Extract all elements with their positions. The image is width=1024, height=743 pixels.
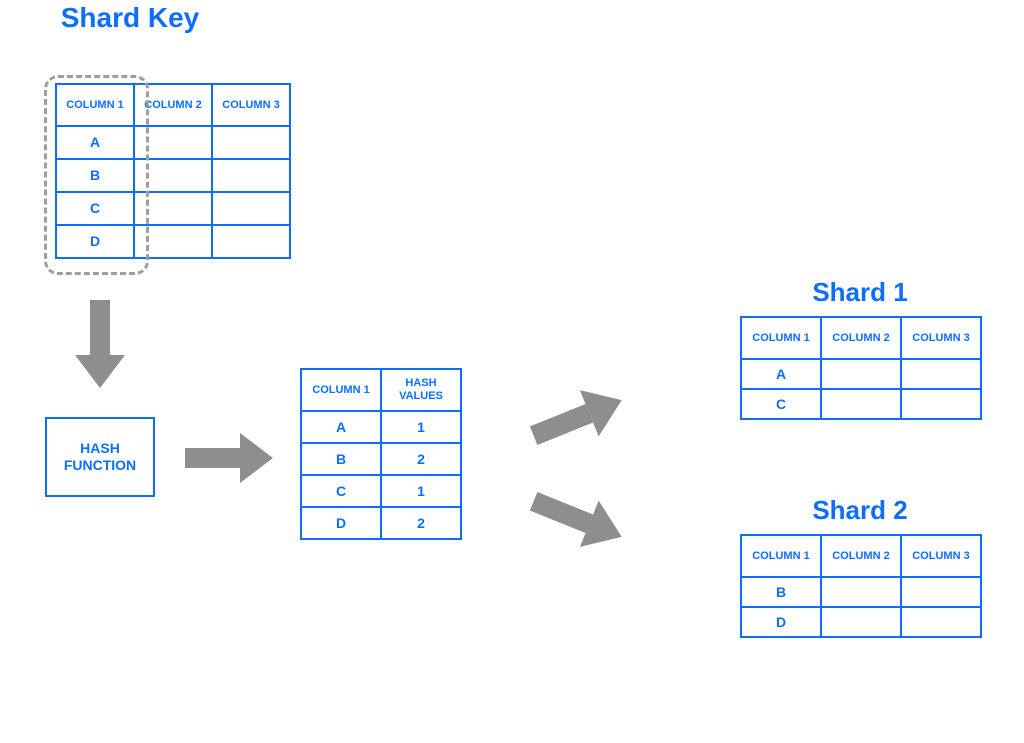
table-row: A [741, 359, 981, 389]
hash-col1-header: COLUMN 1 [301, 369, 381, 411]
shard-key-title-text: Shard Key [61, 2, 200, 33]
table-row: D [56, 225, 290, 258]
shard1-col2-header: COLUMN 2 [821, 317, 901, 359]
shard2-title-text: Shard 2 [812, 495, 907, 525]
cell [134, 159, 212, 192]
table-row: D 2 [301, 507, 461, 539]
shard1-table-container: COLUMN 1 COLUMN 2 COLUMN 3 A C [740, 316, 982, 420]
cell [212, 126, 290, 159]
hash-table-container: COLUMN 1 HASH VALUES A 1 B 2 C 1 D 2 [300, 368, 462, 540]
hash-function-box: HASH FUNCTION [45, 417, 155, 497]
table-row: B 2 [301, 443, 461, 475]
cell [901, 607, 981, 637]
cell [134, 192, 212, 225]
cell: D [56, 225, 134, 258]
cell: C [56, 192, 134, 225]
cell: D [741, 607, 821, 637]
hash-table: COLUMN 1 HASH VALUES A 1 B 2 C 1 D 2 [300, 368, 462, 540]
hash-col2-header: HASH VALUES [381, 369, 461, 411]
cell: C [741, 389, 821, 419]
shard1-table: COLUMN 1 COLUMN 2 COLUMN 3 A C [740, 316, 982, 420]
source-col3-header: COLUMN 3 [212, 84, 290, 126]
source-table: COLUMN 1 COLUMN 2 COLUMN 3 A B C D [55, 83, 291, 259]
source-col2-header: COLUMN 2 [134, 84, 212, 126]
cell: A [301, 411, 381, 443]
cell: D [301, 507, 381, 539]
table-row: C 1 [301, 475, 461, 507]
cell: B [56, 159, 134, 192]
cell [212, 225, 290, 258]
cell: 1 [381, 411, 461, 443]
table-row: C [741, 389, 981, 419]
arrow-downright-icon [530, 485, 630, 555]
shard2-col2-header: COLUMN 2 [821, 535, 901, 577]
shard1-col1-header: COLUMN 1 [741, 317, 821, 359]
table-row: A [56, 126, 290, 159]
source-col1-header: COLUMN 1 [56, 84, 134, 126]
shard1-col3-header: COLUMN 3 [901, 317, 981, 359]
shard1-title-text: Shard 1 [812, 277, 907, 307]
table-row: D [741, 607, 981, 637]
arrow-right-icon [185, 428, 275, 488]
cell: B [741, 577, 821, 607]
shard2-col1-header: COLUMN 1 [741, 535, 821, 577]
cell [134, 225, 212, 258]
table-row: A 1 [301, 411, 461, 443]
shard2-table-container: COLUMN 1 COLUMN 2 COLUMN 3 B D [740, 534, 982, 638]
cell: 1 [381, 475, 461, 507]
cell [134, 126, 212, 159]
cell [212, 192, 290, 225]
cell: B [301, 443, 381, 475]
cell [901, 577, 981, 607]
shard2-table: COLUMN 1 COLUMN 2 COLUMN 3 B D [740, 534, 982, 638]
cell [212, 159, 290, 192]
cell [821, 359, 901, 389]
table-row: B [741, 577, 981, 607]
cell: 2 [381, 443, 461, 475]
shard2-col3-header: COLUMN 3 [901, 535, 981, 577]
cell [821, 389, 901, 419]
cell: C [301, 475, 381, 507]
arrow-upright-icon [530, 382, 630, 452]
cell: A [56, 126, 134, 159]
cell [901, 359, 981, 389]
hash-function-label: HASH FUNCTION [47, 440, 153, 474]
cell [901, 389, 981, 419]
table-row: B [56, 159, 290, 192]
table-row: C [56, 192, 290, 225]
cell: 2 [381, 507, 461, 539]
cell [821, 577, 901, 607]
shard1-title: Shard 1 [740, 278, 980, 308]
shard-key-title: Shard Key [55, 2, 205, 34]
source-table-container: COLUMN 1 COLUMN 2 COLUMN 3 A B C D [55, 83, 291, 259]
cell [821, 607, 901, 637]
shard2-title: Shard 2 [740, 496, 980, 526]
arrow-down-icon [70, 300, 130, 390]
cell: A [741, 359, 821, 389]
